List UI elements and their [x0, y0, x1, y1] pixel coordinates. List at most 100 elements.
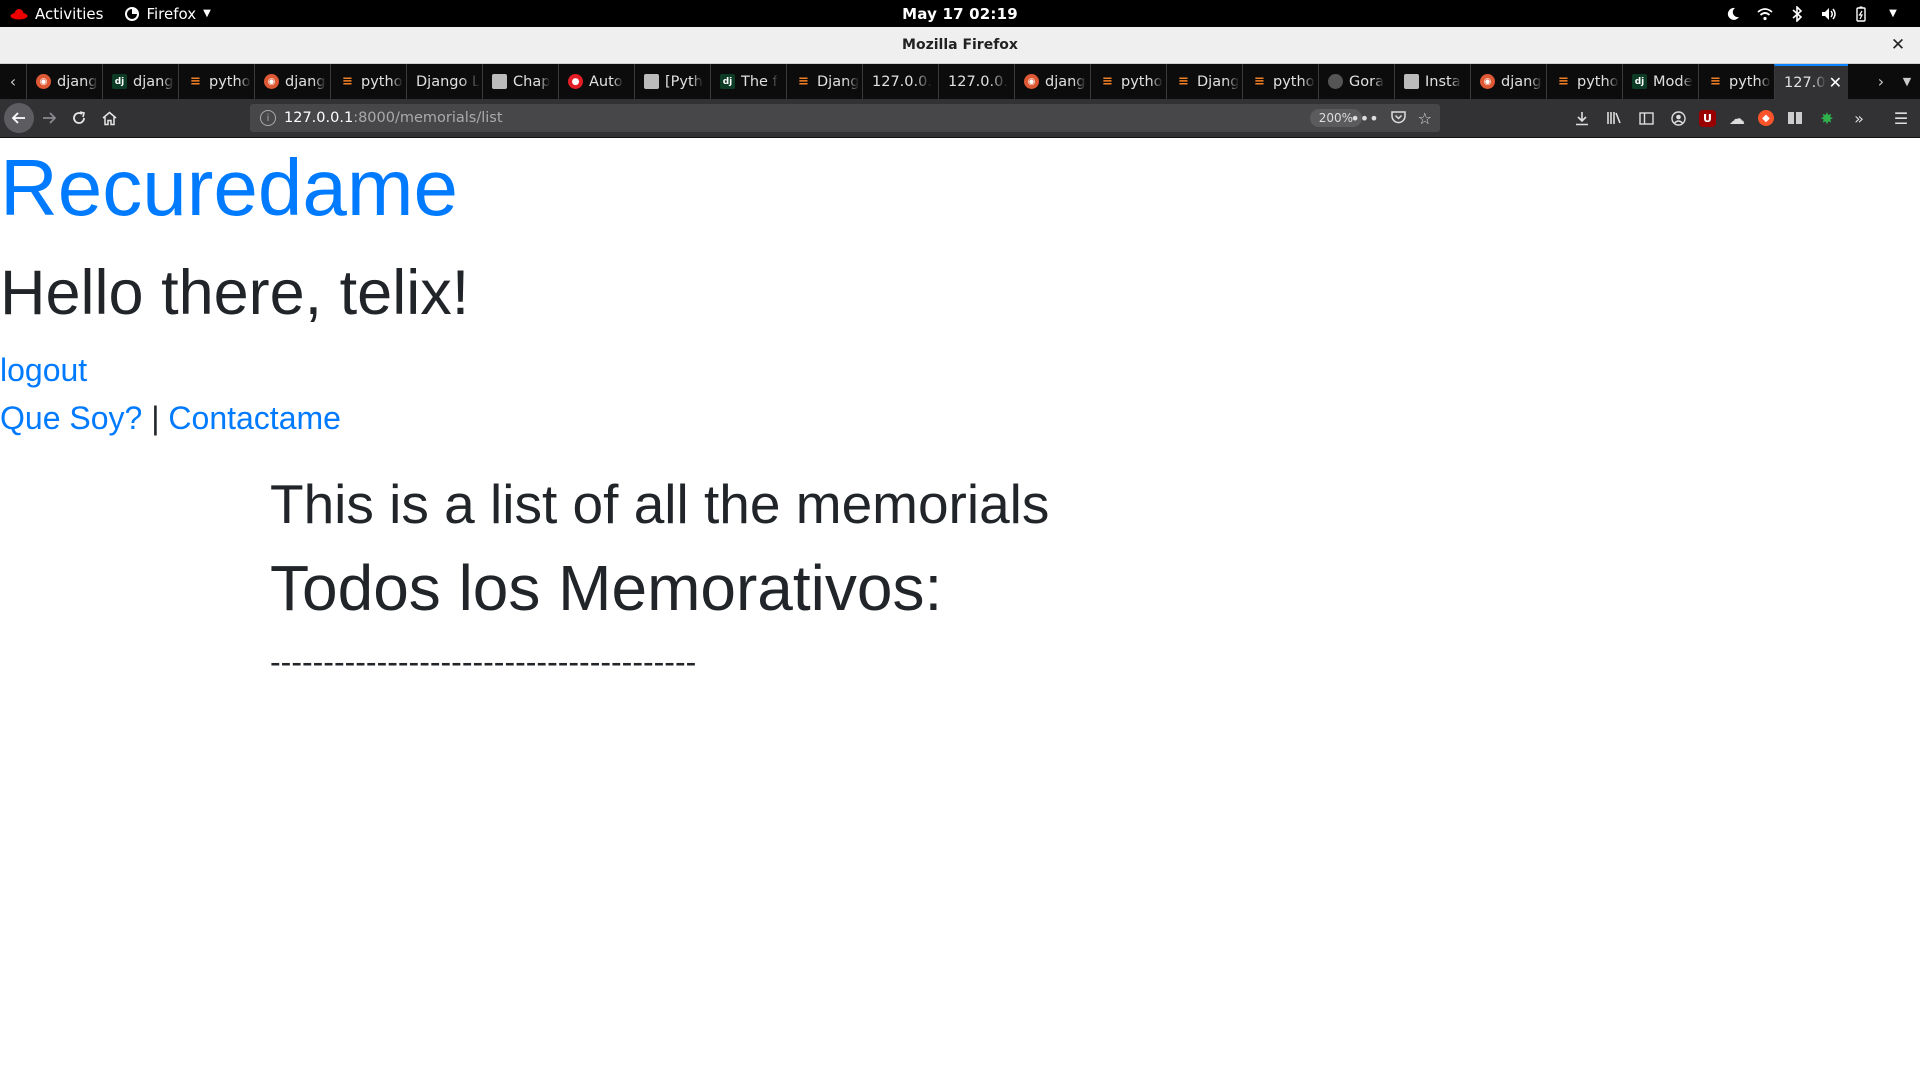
tab-label: The f [741, 73, 778, 90]
redhat-logo-icon [10, 8, 28, 19]
tab-label: pytho [209, 73, 251, 90]
close-window-icon[interactable]: ✕ [1886, 33, 1910, 57]
tab-label: djang [285, 73, 326, 90]
site-brand-link[interactable]: Recuredame [0, 148, 458, 228]
tab-item[interactable]: Gora [1318, 64, 1394, 99]
activities-button[interactable]: Activities [10, 5, 103, 23]
open-menu-hamburger-icon[interactable]: ☰ [1890, 107, 1912, 129]
reload-button[interactable] [64, 103, 94, 133]
tab-item[interactable]: ◉ djang [1014, 64, 1090, 99]
tab-label: pytho [1577, 73, 1619, 90]
tab-item[interactable]: Chap [482, 64, 558, 99]
tab-label: djang [1045, 73, 1086, 90]
downloads-icon[interactable] [1571, 107, 1593, 129]
tab-item[interactable]: dj The f [710, 64, 786, 99]
tab-label: 127.0 [1784, 74, 1826, 91]
about-link[interactable]: Que Soy? [0, 400, 142, 436]
url-path: :8000/memorials/list [353, 110, 503, 126]
ublock-origin-icon[interactable]: U [1699, 109, 1716, 127]
forward-arrow-icon [43, 112, 56, 124]
sidebar-icon[interactable] [1635, 107, 1657, 129]
tab-label: pytho [1729, 73, 1771, 90]
tab-label: djang [1501, 73, 1542, 90]
tab-label: pytho [361, 73, 403, 90]
clock[interactable]: May 17 02:19 [0, 5, 1920, 23]
wifi-icon[interactable] [1756, 5, 1774, 23]
forward-button[interactable] [34, 103, 64, 133]
tab-label: pytho [1273, 73, 1315, 90]
tab-item[interactable]: 127.0.0. [938, 64, 1014, 99]
app-menu-firefox[interactable]: Firefox ▼ [125, 4, 211, 23]
window-title: Mozilla Firefox [902, 37, 1018, 53]
tab-item[interactable]: ◉ djang [1470, 64, 1546, 99]
tab-item[interactable]: Insta [1394, 64, 1470, 99]
reader-book-icon[interactable] [1784, 107, 1806, 129]
close-tab-icon[interactable]: ✕ [1829, 73, 1842, 92]
library-icon[interactable] [1603, 107, 1625, 129]
brave-lion-icon[interactable]: ◆ [1758, 110, 1774, 126]
tab-item[interactable]: ≡ pytho [1546, 64, 1622, 99]
battery-icon[interactable] [1852, 5, 1870, 23]
contact-link[interactable]: Contactame [168, 400, 341, 436]
url-bar[interactable]: i 127.0.0.1 :8000/memorials/list 200% ••… [250, 104, 1440, 132]
tab-active[interactable]: 127.0 ✕ [1774, 64, 1848, 99]
tab-item[interactable]: ◉ djang [254, 64, 330, 99]
extension-cloud-icon[interactable]: ☁ [1726, 107, 1748, 129]
so-favicon-icon: ≡ [1102, 74, 1113, 89]
tab-label: Auto [589, 73, 623, 90]
tab-item[interactable]: ≡ pytho [330, 64, 406, 99]
gh-favicon-icon [1328, 74, 1343, 89]
dj-favicon-icon: dj [1632, 74, 1647, 89]
site-info-icon[interactable]: i [260, 110, 276, 126]
pocket-icon[interactable] [1390, 109, 1406, 128]
tab-item[interactable]: dj djang [102, 64, 178, 99]
tab-item[interactable]: ● Auto [558, 64, 634, 99]
back-button[interactable] [4, 103, 34, 133]
nav-separator: | [151, 400, 160, 436]
tab-label: Chap [513, 73, 551, 90]
site-nav: Que Soy? | Contactame [0, 400, 341, 437]
tab-item[interactable]: ≡ Djang [786, 64, 862, 99]
tabs-scroll-right-icon[interactable]: › [1868, 64, 1894, 99]
ddg-favicon-icon: ◉ [36, 74, 51, 89]
app-menu-label: Firefox [146, 4, 197, 23]
tab-item[interactable]: Django L [406, 64, 482, 99]
tab-item[interactable]: ≡ pytho [178, 64, 254, 99]
tab-item[interactable]: ≡ Djang [1166, 64, 1242, 99]
tab-item[interactable]: ≡ pytho [1698, 64, 1774, 99]
tab-item[interactable]: ≡ pytho [1242, 64, 1318, 99]
system-top-bar: Activities Firefox ▼ May 17 02:19 ▼ [0, 0, 1920, 27]
extension-bug-icon[interactable]: ✸ [1816, 107, 1838, 129]
window-title-bar: Mozilla Firefox ✕ [0, 27, 1920, 64]
system-menu-chevron-icon[interactable]: ▼ [1884, 5, 1902, 23]
more-tools-chevron-icon[interactable]: » [1848, 107, 1870, 129]
tab-label: Django L [416, 73, 481, 90]
tab-strip: ‹ ◉ djang dj djang ≡ pytho ◉ djang ≡ pytho Django … [0, 64, 1920, 99]
tab-label: pytho [1121, 73, 1163, 90]
account-icon[interactable] [1667, 107, 1689, 129]
ddg-favicon-icon: ◉ [1024, 74, 1039, 89]
volume-icon[interactable] [1820, 5, 1838, 23]
navigation-toolbar: i 127.0.0.1 :8000/memorials/list 200% ••… [0, 99, 1920, 138]
memorials-section: This is a list of all the memorials Todo… [270, 473, 1049, 681]
logout-link[interactable]: logout [0, 352, 87, 389]
doc-favicon-icon [644, 74, 659, 89]
so-favicon-icon: ≡ [1254, 74, 1265, 89]
night-light-icon[interactable] [1724, 5, 1742, 23]
so-favicon-icon: ≡ [798, 74, 809, 89]
list-all-tabs-chevron-icon[interactable]: ▼ [1894, 64, 1920, 99]
dj-favicon-icon: dj [112, 74, 127, 89]
tab-item[interactable]: [Pyth [634, 64, 710, 99]
so-favicon-icon: ≡ [342, 74, 353, 89]
tabs-scroll-left-icon[interactable]: ‹ [0, 64, 26, 99]
bookmark-star-icon[interactable]: ☆ [1418, 109, 1432, 128]
bluetooth-icon[interactable] [1788, 5, 1806, 23]
tab-item[interactable]: ≡ pytho [1090, 64, 1166, 99]
tab-item[interactable]: ◉ djang [26, 64, 102, 99]
back-arrow-icon [12, 112, 25, 124]
home-button[interactable] [94, 103, 124, 133]
page-actions-icon[interactable]: ••• [1350, 109, 1378, 128]
tab-item[interactable]: 127.0.0. [862, 64, 938, 99]
url-host: 127.0.0.1 [284, 110, 354, 126]
tab-item[interactable]: dj Mode [1622, 64, 1698, 99]
